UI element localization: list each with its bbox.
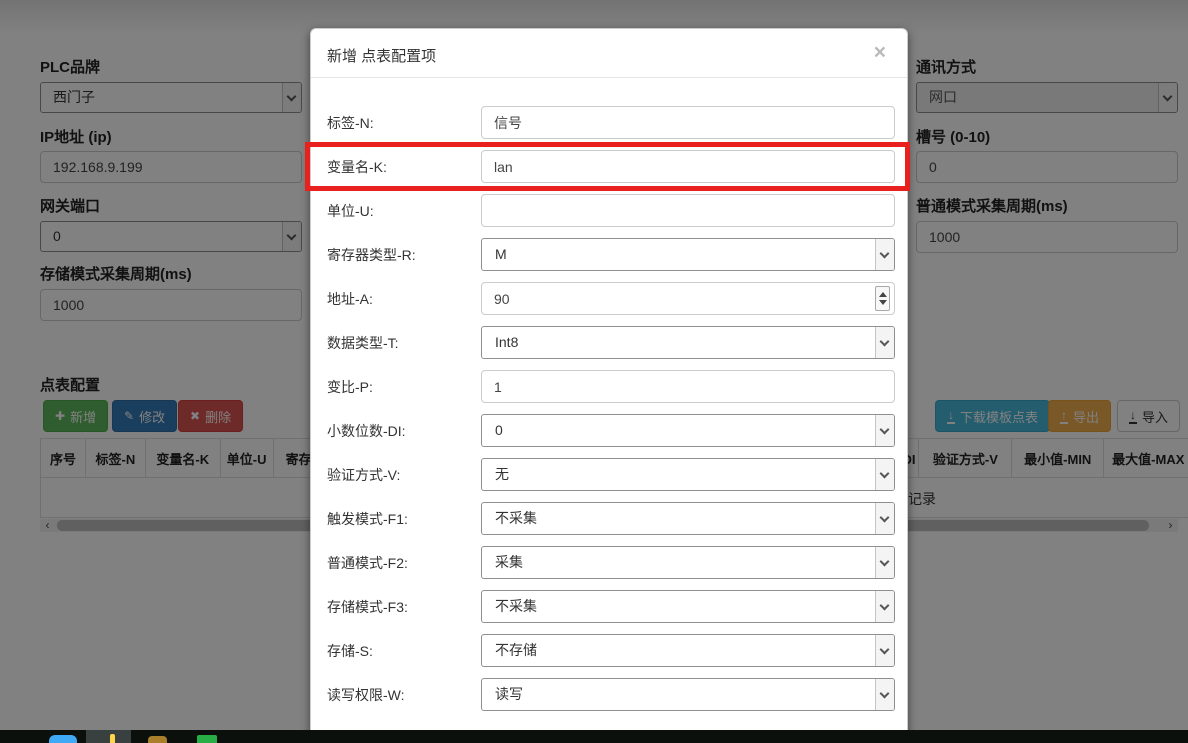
chevron-down-icon [875, 459, 894, 490]
chevron-down-icon [875, 635, 894, 666]
form-row-variable: 变量名-K: [327, 150, 895, 183]
form-row-register-type: 寄存器类型-R: M [327, 238, 895, 271]
form-row-rw-permission: 读写权限-W: 读写 [327, 678, 895, 711]
variable-name-input[interactable] [481, 150, 895, 183]
storage-select[interactable]: 不存储 [481, 634, 895, 667]
add-point-config-modal: 新增 点表配置项 × 标签-N: 变量名-K: 单位-U: 寄存器类型-R: M [310, 28, 908, 743]
form-row-verify-mode: 验证方式-V: 无 [327, 458, 895, 491]
trigger-mode-select[interactable]: 不采集 [481, 502, 895, 535]
chevron-down-icon [875, 547, 894, 578]
os-taskbar[interactable] [0, 730, 1188, 743]
form-row-storage-mode: 存储模式-F3: 不采集 [327, 590, 895, 623]
form-row-storage: 存储-S: 不存储 [327, 634, 895, 667]
field-label: 变比-P: [327, 377, 481, 397]
green-app-icon[interactable] [197, 735, 217, 743]
field-label: 存储-S: [327, 641, 481, 661]
form-row-address: 地址-A: [327, 282, 895, 315]
chevron-down-icon [875, 679, 894, 710]
data-type-select[interactable]: Int8 [481, 326, 895, 359]
browser-app-icon[interactable] [49, 735, 77, 743]
field-label: 寄存器类型-R: [327, 245, 481, 265]
form-row-ratio: 变比-P: [327, 370, 895, 403]
field-label: 读写权限-W: [327, 685, 481, 705]
rw-permission-select[interactable]: 读写 [481, 678, 895, 711]
form-row-decimal-digits: 小数位数-DI: 0 [327, 414, 895, 447]
field-label: 数据类型-T: [327, 333, 481, 353]
field-label: 验证方式-V: [327, 465, 481, 485]
modal-header: 新增 点表配置项 × [311, 29, 907, 78]
number-spinner-icon[interactable] [875, 286, 890, 311]
field-label: 标签-N: [327, 113, 481, 133]
register-type-select[interactable]: M [481, 238, 895, 271]
chevron-down-icon [875, 591, 894, 622]
unit-input[interactable] [481, 194, 895, 227]
gold-app-icon[interactable] [148, 736, 167, 743]
tag-input[interactable] [481, 106, 895, 139]
form-row-tag: 标签-N: [327, 106, 895, 139]
chevron-down-icon [875, 239, 894, 270]
field-label: 存储模式-F3: [327, 597, 481, 617]
form-row-data-type: 数据类型-T: Int8 [327, 326, 895, 359]
screen: PLC品牌 西门子 IP地址 (ip) 网关端口 0 存储模式采集周期(ms) … [0, 0, 1188, 743]
decimal-digits-select[interactable]: 0 [481, 414, 895, 447]
field-label: 触发模式-F1: [327, 509, 481, 529]
form-row-normal-mode: 普通模式-F2: 采集 [327, 546, 895, 579]
field-label: 普通模式-F2: [327, 553, 481, 573]
address-input[interactable] [481, 282, 895, 315]
active-app-slot[interactable] [86, 730, 131, 743]
form-row-unit: 单位-U: [327, 194, 895, 227]
chevron-down-icon [875, 503, 894, 534]
form-row-trigger-mode: 触发模式-F1: 不采集 [327, 502, 895, 535]
modal-title: 新增 点表配置项 [327, 45, 436, 66]
field-label: 单位-U: [327, 201, 481, 221]
normal-mode-select[interactable]: 采集 [481, 546, 895, 579]
field-label: 小数位数-DI: [327, 421, 481, 441]
verify-mode-select[interactable]: 无 [481, 458, 895, 491]
chevron-down-icon [875, 327, 894, 358]
field-label: 地址-A: [327, 289, 481, 309]
active-app-icon[interactable] [110, 734, 115, 743]
ratio-input[interactable] [481, 370, 895, 403]
modal-body: 标签-N: 变量名-K: 单位-U: 寄存器类型-R: M [311, 78, 907, 711]
field-label: 变量名-K: [327, 157, 481, 177]
close-icon[interactable]: × [868, 41, 892, 64]
chevron-down-icon [875, 415, 894, 446]
storage-mode-select[interactable]: 不采集 [481, 590, 895, 623]
